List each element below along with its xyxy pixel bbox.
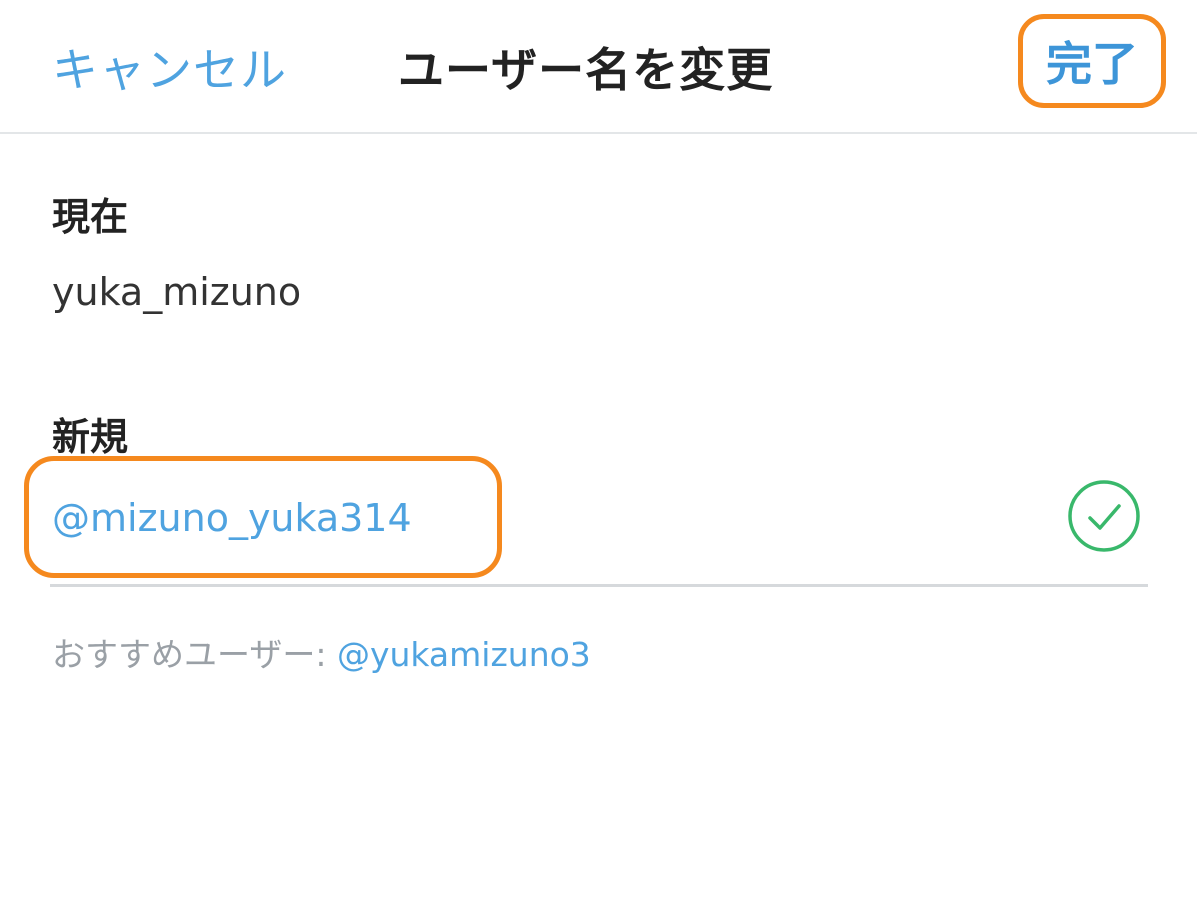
current-username-label: 現在 [52, 195, 129, 239]
done-button-label: 完了 [1046, 37, 1138, 91]
page-title: ユーザー名を変更 [398, 43, 774, 97]
suggested-username-link[interactable]: @yukamizuno3 [337, 635, 591, 674]
navigation-bar: キャンセル ユーザー名を変更 完了 [0, 0, 1197, 134]
suggestion-text: おすすめユーザー: @yukamizuno3 [52, 628, 591, 676]
done-button[interactable]: 完了 [1018, 14, 1166, 108]
input-underline [50, 584, 1148, 587]
suggestion-prefix: おすすめユーザー: [52, 635, 337, 674]
new-username-input[interactable] [52, 490, 1052, 546]
cancel-button[interactable]: キャンセル [52, 34, 287, 100]
change-username-screen: キャンセル ユーザー名を変更 完了 現在 yuka_mizuno 新規 おすすめ… [0, 0, 1197, 900]
current-username-value: yuka_mizuno [52, 270, 302, 314]
new-username-label: 新規 [52, 415, 129, 459]
check-circle-icon [1068, 480, 1140, 552]
